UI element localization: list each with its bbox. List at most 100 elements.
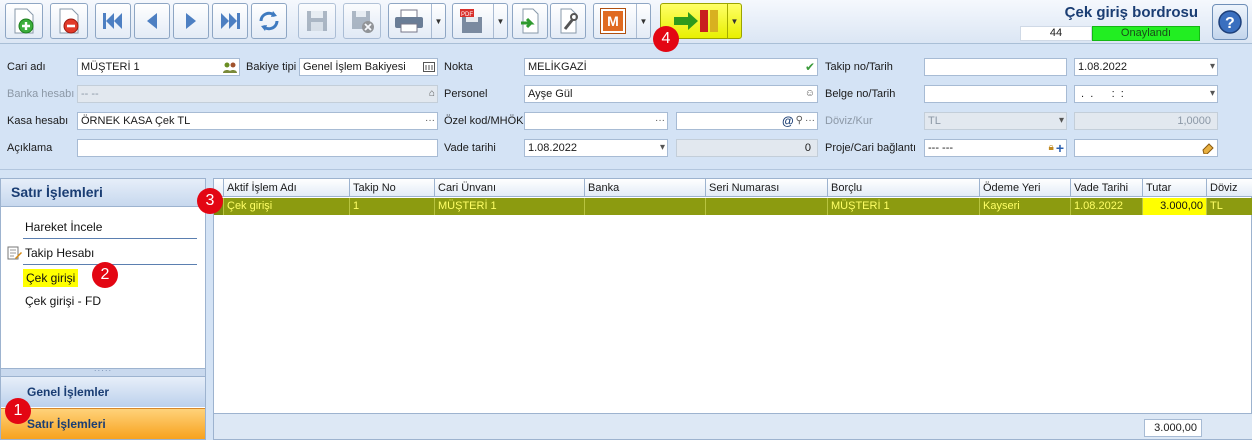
col-aktif-islem-adi[interactable]: Aktif İşlem Adı <box>224 179 350 197</box>
cell-doviz[interactable]: TL <box>1207 198 1252 215</box>
print-button[interactable]: ▼ <box>388 3 446 39</box>
transfer-dropdown-arrow[interactable]: ▼ <box>727 4 741 38</box>
group-satir-islemleri[interactable]: Satır İşlemleri <box>1 408 205 439</box>
cari-adi-field[interactable]: MÜŞTERİ 1 <box>77 58 240 76</box>
col-borclu[interactable]: Borçlu <box>828 179 980 197</box>
proje-baglanti-field[interactable] <box>1074 139 1218 157</box>
col-vade-tarihi[interactable]: Vade Tarihi <box>1071 179 1143 197</box>
col-odeme-yeri[interactable]: Ödeme Yeri <box>980 179 1071 197</box>
dropdown-arrow-icon[interactable]: ▾ <box>660 140 665 156</box>
toolbar: ▼ PDF ▼ M ▼ ▼ Çek giriş bordrosu 44 Onay… <box>0 0 1252 44</box>
nav-item-hareket-incele[interactable]: Hareket İncele <box>25 218 102 236</box>
ellipsis-icon[interactable]: ··· <box>805 113 815 129</box>
proje-value: --- --- <box>928 142 954 154</box>
first-icon <box>103 13 122 29</box>
col-banka[interactable]: Banka <box>585 179 706 197</box>
table-row[interactable]: Çek girişi 1 MÜŞTERİ 1 MÜŞTERİ 1 Kayseri… <box>214 198 1252 215</box>
save-button[interactable] <box>298 3 336 39</box>
kasa-hesabi-field[interactable]: ÖRNEK KASA Çek TL ··· <box>77 112 438 130</box>
splitter-grip[interactable]: ····· <box>1 367 205 376</box>
dropdown-arrow-icon[interactable]: ▾ <box>1210 59 1215 75</box>
nokta-label: Nokta <box>444 61 473 73</box>
nav-item-takip-hesabi[interactable]: Takip Hesabı <box>25 244 94 262</box>
col-seri-numarasi[interactable]: Seri Numarası <box>706 179 828 197</box>
search-list-icon[interactable]: ⚲ <box>796 113 803 129</box>
prev-icon <box>147 13 157 29</box>
cell-aktif-islem-adi[interactable]: Çek girişi <box>224 198 350 215</box>
banka-hesabi-label: Banka hesabı <box>7 88 75 100</box>
ozel-kod-field[interactable]: ··· <box>524 112 668 130</box>
people-icon[interactable] <box>223 59 237 75</box>
tools-icon <box>560 8 578 34</box>
aciklama-field[interactable] <box>77 139 438 157</box>
nokta-field[interactable]: MELİKGAZİ ✔ <box>524 58 818 76</box>
col-cari-unvani[interactable]: Cari Ünvanı <box>435 179 585 197</box>
grid-header: Aktif İşlem Adı Takip No Cari Ünvanı Ban… <box>214 179 1252 197</box>
cell-cari-unvani[interactable]: MÜŞTERİ 1 <box>435 198 585 215</box>
plus-icon[interactable]: + <box>1056 140 1064 156</box>
belge-no-field[interactable] <box>924 85 1067 103</box>
personel-label: Personel <box>444 88 488 100</box>
export-icon <box>521 8 539 34</box>
nav-item-cek-girisi[interactable]: Çek girişi <box>23 269 79 287</box>
m-button[interactable]: M ▼ <box>593 3 651 39</box>
takip-no-field[interactable] <box>924 58 1067 76</box>
person-search-icon[interactable]: ☺ <box>805 86 815 102</box>
calendar-grid-icon[interactable] <box>423 59 435 75</box>
col-tutar[interactable]: Tutar <box>1143 179 1207 197</box>
prev-record-button[interactable] <box>134 3 170 39</box>
takip-tarih-field[interactable]: 1.08.2022 ▾ <box>1074 58 1218 76</box>
nav-item-cek-girisi-fd[interactable]: Çek girişi - FD <box>25 292 101 310</box>
last-record-button[interactable] <box>212 3 248 39</box>
export-pdf-button[interactable]: PDF ▼ <box>452 3 508 39</box>
doviz-field[interactable]: TL ▾ <box>924 112 1067 130</box>
cell-borclu[interactable]: MÜŞTERİ 1 <box>828 198 980 215</box>
annotation-badge-4: 4 <box>653 26 679 52</box>
next-record-button[interactable] <box>173 3 209 39</box>
annotation-badge-1: 1 <box>5 398 31 424</box>
pdf-dropdown-arrow[interactable]: ▼ <box>493 4 507 38</box>
lock-icon[interactable]: 🔒︎ <box>1048 140 1053 156</box>
belge-tarih-field[interactable]: . . : : ▾ <box>1074 85 1218 103</box>
dropdown-arrow-icon[interactable]: ▾ <box>1210 86 1215 102</box>
vade-tarihi-field[interactable]: 1.08.2022 ▾ <box>524 139 668 157</box>
tools-button[interactable] <box>550 3 586 39</box>
refresh-button[interactable] <box>251 3 287 39</box>
last-icon <box>221 13 240 29</box>
cancel-button[interactable] <box>343 3 381 39</box>
col-takip-no[interactable]: Takip No <box>350 179 435 197</box>
ellipsis-icon[interactable]: ··· <box>425 113 435 129</box>
proje-field[interactable]: --- --- 🔒︎ + <box>924 139 1067 157</box>
cell-banka[interactable] <box>585 198 706 215</box>
bank-icon[interactable]: ⌂ <box>429 86 435 102</box>
ellipsis-icon[interactable]: ··· <box>655 113 665 129</box>
m-dropdown-arrow[interactable]: ▼ <box>636 4 650 38</box>
export-button[interactable] <box>512 3 548 39</box>
cell-vade-tarihi[interactable]: 1.08.2022 <box>1071 198 1143 215</box>
cell-tutar[interactable]: 3.000,00 <box>1143 198 1207 215</box>
first-record-button[interactable] <box>95 3 131 39</box>
cell-seri-numarasi[interactable] <box>706 198 828 215</box>
kur-field[interactable]: 1,0000 <box>1074 112 1218 130</box>
cari-adi-label: Cari adı <box>7 61 46 73</box>
banka-hesabi-field[interactable]: -- -- ⌂ <box>77 85 438 103</box>
vade-gun-field[interactable]: 0 <box>676 139 818 157</box>
at-icon[interactable]: @ <box>782 113 794 129</box>
help-button[interactable]: ? <box>1212 4 1248 40</box>
dropdown-arrow-icon[interactable]: ▾ <box>1059 113 1064 129</box>
check-icon[interactable]: ✔ <box>805 59 815 75</box>
document-number: 44 <box>1020 26 1092 41</box>
cell-odeme-yeri[interactable]: Kayseri <box>980 198 1071 215</box>
next-icon <box>186 13 196 29</box>
bakiye-tipi-field[interactable]: Genel İşlem Bakiyesi <box>299 58 438 76</box>
document-title: Çek giriş bordrosu <box>1064 4 1198 21</box>
delete-button[interactable] <box>50 3 88 39</box>
cell-takip-no[interactable]: 1 <box>350 198 435 215</box>
eraser-icon[interactable] <box>1201 140 1215 156</box>
col-doviz[interactable]: Döviz <box>1207 179 1252 197</box>
mhok-field[interactable]: @ ⚲ ··· <box>676 112 818 130</box>
personel-field[interactable]: Ayşe Gül ☺ <box>524 85 818 103</box>
new-button[interactable] <box>5 3 43 39</box>
print-dropdown-arrow[interactable]: ▼ <box>431 4 445 38</box>
group-genel-islemler[interactable]: Genel İşlemler <box>1 376 205 407</box>
